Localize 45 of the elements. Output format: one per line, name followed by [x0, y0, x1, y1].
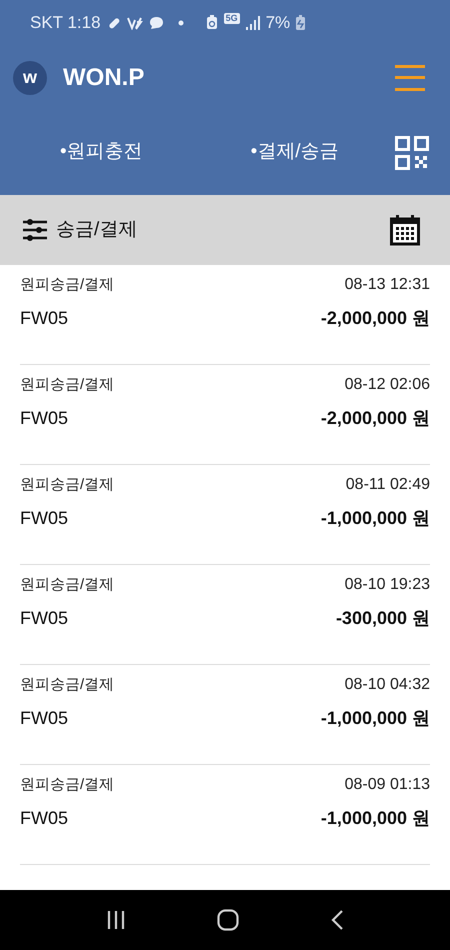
transaction-time: 08-11 02:49: [346, 475, 430, 495]
app-logo: w: [13, 60, 47, 94]
qr-code-button[interactable]: [395, 136, 429, 170]
transaction-amount: -2,000,000 원: [320, 307, 430, 330]
transaction-code: FW05: [20, 407, 68, 430]
transaction-title: 원피송금/결제: [20, 474, 114, 495]
transaction-time: 08-10 04:32: [344, 675, 430, 695]
sliders-icon[interactable]: [22, 217, 48, 243]
transaction-code: FW05: [20, 307, 68, 330]
battery-charging-icon: [296, 15, 306, 30]
transaction-title: 원피송금/결제: [20, 274, 114, 295]
calendar-button[interactable]: [390, 214, 420, 246]
chat-bubble-icon: [148, 16, 164, 30]
status-time: SKT 1:18: [30, 12, 101, 34]
transaction-code: FW05: [20, 507, 68, 530]
qr-code-icon: [395, 136, 429, 170]
transaction-code: FW05: [20, 807, 68, 830]
transaction-code: FW05: [20, 607, 68, 630]
transaction-amount: -2,000,000 원: [320, 407, 430, 430]
recent-apps-icon[interactable]: [106, 910, 126, 930]
transaction-title: 원피송금/결제: [20, 674, 114, 695]
battery-percent: 7%: [266, 12, 290, 34]
home-icon[interactable]: [216, 909, 239, 931]
transaction-time: 08-12 02:06: [344, 375, 430, 395]
battery-saver-icon: [206, 15, 218, 30]
filter-title: 송금/결제: [56, 218, 138, 242]
nav-link[interactable]: •원피충전: [60, 138, 143, 167]
app-name: WON.P: [63, 62, 144, 92]
network-type: 5G: [224, 13, 240, 24]
transaction-title: 원피송금/결제: [20, 574, 114, 595]
transaction-title: 원피송금/결제: [20, 774, 114, 795]
transaction-amount: -300,000 원: [336, 607, 430, 630]
calendar-icon: [390, 214, 420, 246]
transaction-title: 원피송금/결제: [20, 374, 114, 395]
dot-icon: [178, 20, 184, 26]
transaction-time: 08-09 01:13: [344, 775, 430, 795]
nav-link[interactable]: •결제/송금: [250, 138, 339, 167]
transaction-amount: -1,000,000 원: [320, 807, 430, 830]
transaction-amount: -1,000,000 원: [320, 507, 430, 530]
transaction-time: 08-13 12:31: [344, 275, 430, 295]
transaction-time: 08-10 19:23: [344, 575, 430, 595]
back-icon[interactable]: [330, 909, 344, 931]
signal-icon: [246, 16, 260, 30]
transaction-amount: -1,000,000 원: [320, 707, 430, 730]
transaction-code: FW05: [20, 707, 68, 730]
